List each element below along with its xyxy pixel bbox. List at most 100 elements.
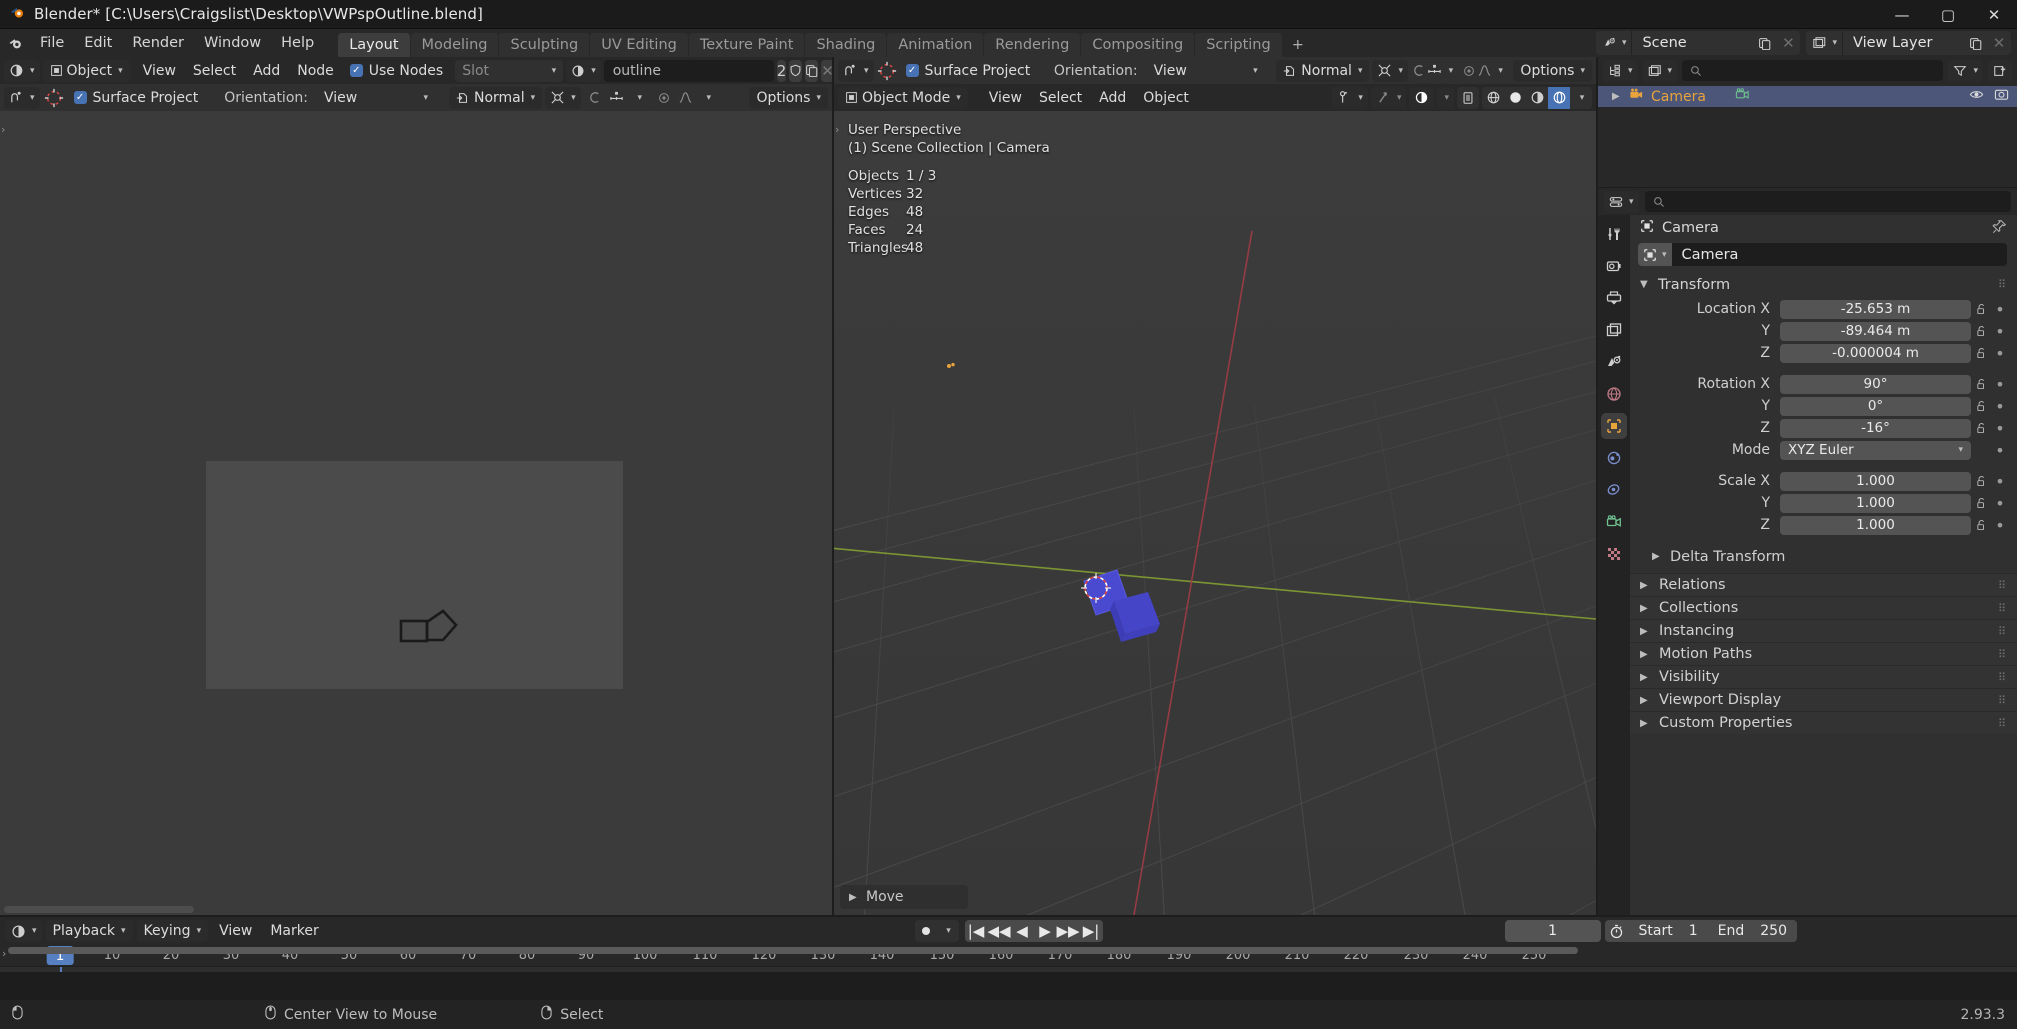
shading-chevron-icon[interactable]: ▾ [1570, 86, 1592, 109]
snap-target-icon[interactable]: ▾ [545, 86, 581, 109]
prev-keyframe-button[interactable]: ◀◀ [987, 920, 1010, 942]
editor-type-outliner-icon[interactable]: ▾ [1603, 59, 1638, 82]
value-scale-x[interactable]: 1.000 [1780, 471, 1971, 491]
value-location-x[interactable]: -25.653 m [1780, 299, 1971, 319]
menu-window[interactable]: Window [194, 32, 271, 54]
material-browse-icon[interactable]: ▾ [566, 59, 601, 82]
scene-name-field[interactable]: Scene [1632, 31, 1753, 55]
material-name-field[interactable]: outline [603, 59, 774, 82]
value-rotation-y[interactable]: 0° [1780, 396, 1971, 416]
panel-custom-properties[interactable]: ▶ Custom Properties ⠿ [1630, 711, 2017, 734]
workspace-tab-rendering[interactable]: Rendering [984, 33, 1081, 57]
animate-dot-icon[interactable]: • [1991, 375, 2009, 394]
workspace-tab-uv-editing[interactable]: UV Editing [590, 33, 688, 57]
animate-dot-icon[interactable]: • [1991, 441, 2009, 460]
properties-tab-render[interactable] [1601, 253, 1627, 279]
properties-tab-output[interactable] [1601, 285, 1627, 311]
node-menu-node[interactable]: Node [290, 60, 341, 82]
editor-type-timeline-icon[interactable]: ▾ [6, 920, 42, 942]
viewport-3d-canvas[interactable]: › User Perspective (1) Scene Collection … [834, 111, 1596, 915]
animate-dot-icon[interactable]: • [1991, 322, 2009, 341]
panel-instancing[interactable]: ▶ Instancing ⠿ [1630, 619, 2017, 642]
stopwatch-icon[interactable] [1605, 920, 1629, 942]
properties-tab-scene[interactable] [1601, 349, 1627, 375]
camera-render-icon[interactable] [1994, 87, 2009, 106]
outliner-display-mode-icon[interactable]: ▾ [1642, 59, 1678, 82]
animate-dot-icon[interactable]: • [1991, 344, 2009, 363]
workspace-tab-compositing[interactable]: Compositing [1081, 33, 1195, 57]
jump-to-start-button[interactable]: |◀ [965, 920, 988, 942]
viewport-menu-view[interactable]: View [982, 87, 1029, 109]
shading-rendered-icon[interactable] [1548, 86, 1570, 109]
node-editor-canvas[interactable]: › [0, 111, 832, 915]
timeline-menu-playback[interactable]: Playback ▾ [45, 920, 133, 942]
outliner-search-input[interactable] [1682, 60, 1944, 81]
properties-tab-view-layer[interactable] [1601, 317, 1627, 343]
snap-with-icon[interactable]: ▾ [838, 59, 874, 82]
transform-pivot-icon[interactable]: ▾ [1332, 86, 1368, 109]
object-name-field[interactable]: Camera [1671, 243, 2007, 266]
new-material-icon[interactable] [805, 59, 819, 82]
surface-project-checkbox[interactable]: ✓ Surface Project [68, 90, 205, 106]
properties-tab-world[interactable] [1601, 381, 1627, 407]
panel-motion-paths[interactable]: ▶ Motion Paths ⠿ [1630, 642, 2017, 665]
next-keyframe-button[interactable]: ▶▶ [1056, 920, 1079, 942]
minimize-button[interactable]: — [1879, 0, 1925, 29]
orientation-selector[interactable]: View ▾ [1146, 59, 1265, 82]
use-nodes-checkbox[interactable]: ✓ Use Nodes [344, 63, 449, 79]
value-location-z[interactable]: -0.000004 m [1780, 343, 1971, 363]
workspace-tab-scripting[interactable]: Scripting [1195, 33, 1282, 57]
outliner-row-camera[interactable]: ▶ Camera [1598, 86, 2017, 107]
animate-dot-icon[interactable]: • [1991, 516, 2009, 535]
proportional-chevron-icon[interactable]: ▾ [627, 86, 650, 109]
value-scale-z[interactable]: 1.000 [1780, 515, 1971, 535]
delta-transform-subpanel[interactable]: ▶ Delta Transform [1630, 545, 2017, 568]
maximize-button[interactable]: ▢ [1925, 0, 1971, 29]
lock-icon[interactable] [1971, 325, 1991, 338]
scene-browse-icon[interactable]: ▾ [1595, 31, 1633, 55]
node-menu-add[interactable]: Add [246, 60, 287, 82]
menu-file[interactable]: File [30, 32, 74, 54]
play-button[interactable]: ▶ [1034, 920, 1057, 942]
transform-panel-header[interactable]: ▼ Transform ⠿ [1630, 272, 2017, 297]
properties-tab-modifiers[interactable] [1601, 445, 1627, 471]
snap-magnet-icon[interactable]: ▾ [1370, 86, 1407, 109]
node-menu-select[interactable]: Select [186, 60, 243, 82]
view-layer-name-field[interactable]: View Layer [1843, 31, 1963, 55]
workspace-tab-shading[interactable]: Shading [805, 33, 887, 57]
snap-target-icon[interactable]: ▾ [1372, 59, 1409, 82]
editor-mode-selector[interactable]: Object Mode ▾ [838, 86, 968, 109]
timeline-menu-marker[interactable]: Marker [263, 920, 325, 942]
new-view-layer-button[interactable] [1963, 31, 1987, 55]
falloff-curve-icon[interactable] [674, 86, 697, 109]
object-browse-icon[interactable]: ▾ [1638, 243, 1672, 266]
timeline-menu-keying[interactable]: Keying ▾ [136, 920, 209, 942]
node-menu-view[interactable]: View [136, 60, 183, 82]
expand-triangle-icon[interactable]: ▶ [1612, 91, 1622, 102]
record-icon[interactable] [914, 920, 937, 942]
timeline-horizontal-scrollbar[interactable] [8, 947, 1578, 954]
orientation-selector[interactable]: View ▾ [316, 86, 435, 109]
falloff-origin-icon[interactable] [652, 86, 675, 109]
snap-mode-selector[interactable]: Normal ▾ [1276, 59, 1370, 82]
workspace-tab-texture-paint[interactable]: Texture Paint [688, 33, 805, 57]
new-scene-button[interactable] [1752, 31, 1777, 55]
lock-icon[interactable] [1971, 497, 1991, 510]
animate-dot-icon[interactable]: • [1991, 472, 2009, 491]
proportional-chevron-icon[interactable]: ▾ [1442, 59, 1458, 82]
editor-type-shader-icon[interactable]: ▾ [4, 59, 40, 82]
material-users-count[interactable]: 2 [776, 59, 787, 82]
connected-only-icon[interactable] [605, 86, 628, 109]
unlink-material-icon[interactable]: ✕ [821, 59, 832, 82]
play-reverse-button[interactable]: ◀ [1011, 920, 1034, 942]
lock-icon[interactable] [1971, 347, 1991, 360]
cursor-3d-icon[interactable] [877, 60, 897, 82]
lock-icon[interactable] [1971, 422, 1991, 435]
falloff-curve-icon[interactable] [1476, 59, 1492, 82]
snap-with-icon[interactable]: ▾ [4, 86, 40, 109]
workspace-tab-modeling[interactable]: Modeling [410, 33, 499, 57]
connected-only-icon[interactable] [1426, 59, 1443, 82]
viewport-sidebar-toggle-arrow[interactable]: › [835, 123, 839, 136]
value-rotation-z[interactable]: -16° [1780, 418, 1971, 438]
properties-search-input[interactable] [1644, 191, 2011, 212]
